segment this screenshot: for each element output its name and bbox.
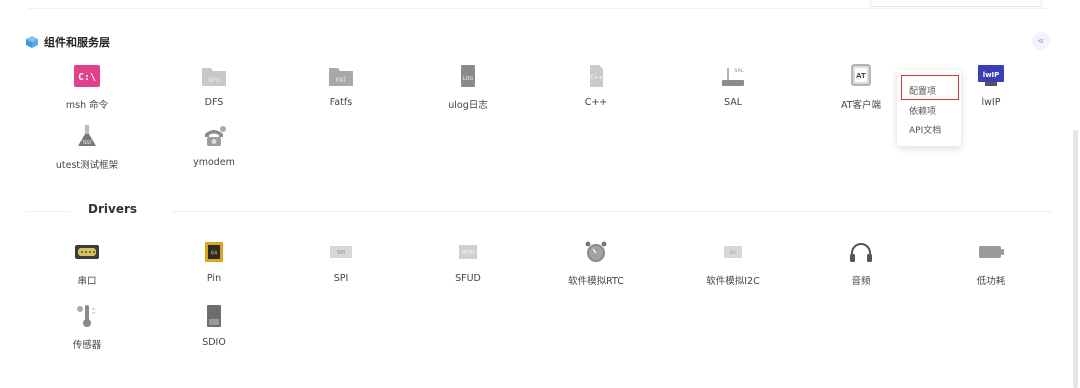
component-ymodem[interactable]: ymodem: [169, 124, 259, 168]
component-utest[interactable]: TEST utest测试框架: [42, 124, 132, 171]
cpp-file-icon: C++: [590, 65, 603, 87]
section-title: 组件和服务层: [44, 36, 110, 49]
folder-icon: DFS: [202, 68, 226, 86]
flask-icon-text: TEST: [81, 140, 93, 145]
sd-card-icon: [207, 305, 221, 327]
clock-icon: [585, 241, 607, 262]
driver-label: 软件模拟I2C: [706, 276, 760, 287]
component-at-client[interactable]: AT AT客户端: [816, 64, 906, 111]
terminal-icon-text: C:\: [78, 72, 96, 83]
context-menu: 配置项 依赖项 API文档: [897, 70, 961, 146]
spi-icon-text: SPI: [337, 250, 345, 256]
flask-icon: TEST: [78, 125, 96, 146]
network-icon-text: SAL: [734, 68, 744, 74]
driver-audio[interactable]: 音频: [816, 240, 906, 287]
driver-label: SFUD: [455, 273, 481, 284]
fat-folder-icon: FAT: [329, 68, 353, 86]
driver-sensor[interactable]: 传感器: [42, 304, 132, 351]
log-icon-text: LOG: [463, 76, 474, 82]
driver-serial[interactable]: 串口: [42, 240, 132, 287]
folder-icon-text: DFS: [208, 77, 220, 84]
component-cpp[interactable]: C++ C++: [551, 64, 641, 108]
chip-icon-text: 64: [211, 251, 217, 257]
component-label: SAL: [724, 97, 742, 108]
headphones-icon: [850, 243, 872, 262]
i2c-icon-text: I2C: [729, 250, 736, 256]
component-label: ulog日志: [448, 100, 488, 111]
driver-sdio[interactable]: SDIO: [169, 304, 259, 348]
serial-port-icon: [75, 245, 99, 259]
section-title: Drivers: [88, 202, 138, 216]
driver-sfud[interactable]: SFUD SFUD: [423, 240, 513, 284]
component-label: C++: [584, 97, 608, 108]
phone-icon: [205, 126, 226, 146]
divider-line: [26, 211, 70, 212]
lwip-icon: lwIP: [978, 65, 1004, 86]
driver-low-power[interactable]: 低功耗: [946, 240, 1036, 287]
component-sal[interactable]: SAL SAL: [688, 64, 778, 108]
i2c-icon: I2C: [724, 246, 742, 258]
section-header-components: 组件和服务层: [26, 34, 110, 50]
section-header-drivers: Drivers: [26, 202, 1052, 218]
cube-icon: [26, 36, 38, 48]
scrollbar[interactable]: [1073, 130, 1078, 388]
driver-label: Pin: [206, 273, 222, 284]
component-ulog[interactable]: LOG ulog日志: [423, 64, 513, 111]
driver-spi[interactable]: SPI SPI: [296, 240, 386, 284]
driver-label: 软件模拟RTC: [568, 276, 624, 287]
component-msh[interactable]: C:\ msh 命令: [42, 64, 132, 111]
terminal-icon: C:\: [74, 65, 100, 87]
menu-item-dependencies[interactable]: 依赖项: [909, 104, 936, 117]
cpp-file-icon-text: C++: [591, 75, 603, 81]
lwip-icon-text: lwIP: [983, 71, 1000, 79]
divider-line: [172, 211, 1052, 212]
component-label: AT客户端: [840, 100, 882, 111]
component-label: utest测试框架: [55, 160, 119, 171]
driver-label: 低功耗: [976, 276, 1006, 287]
log-icon: LOG: [461, 65, 475, 87]
component-label: msh 命令: [65, 100, 109, 111]
driver-label: 串口: [77, 276, 97, 287]
driver-label: SPI: [333, 273, 349, 284]
component-label: ymodem: [193, 157, 235, 168]
top-divider: [28, 8, 1048, 9]
component-fatfs[interactable]: FAT Fatfs: [296, 64, 386, 108]
driver-rtc[interactable]: 软件模拟RTC: [551, 240, 641, 287]
collapse-icon[interactable]: «: [1032, 32, 1050, 50]
menu-item-config[interactable]: 配置项: [909, 84, 936, 97]
top-search-box-edge: [870, 0, 1042, 7]
driver-label: 音频: [851, 276, 871, 287]
component-dfs[interactable]: DFS DFS: [169, 64, 259, 108]
at-icon: AT: [851, 64, 871, 86]
driver-label: SDIO: [202, 337, 226, 348]
sfud-icon-text: SFUD: [462, 250, 475, 256]
component-label: Fatfs: [329, 97, 353, 108]
driver-i2c[interactable]: I2C 软件模拟I2C: [688, 240, 778, 287]
chip-icon: 64: [205, 242, 223, 262]
at-icon-text: AT: [856, 72, 866, 80]
driver-label: 传感器: [72, 340, 102, 351]
sfud-icon: SFUD: [459, 245, 477, 259]
menu-item-api-docs[interactable]: API文档: [909, 123, 941, 136]
fat-folder-icon-text: FAT: [336, 77, 347, 84]
spi-icon: SPI: [330, 246, 352, 258]
battery-icon: [979, 246, 1004, 258]
network-icon: SAL: [722, 68, 744, 86]
component-label: DFS: [204, 97, 224, 108]
driver-pin[interactable]: 64 Pin: [169, 240, 259, 284]
thermometer-icon: [77, 305, 95, 327]
